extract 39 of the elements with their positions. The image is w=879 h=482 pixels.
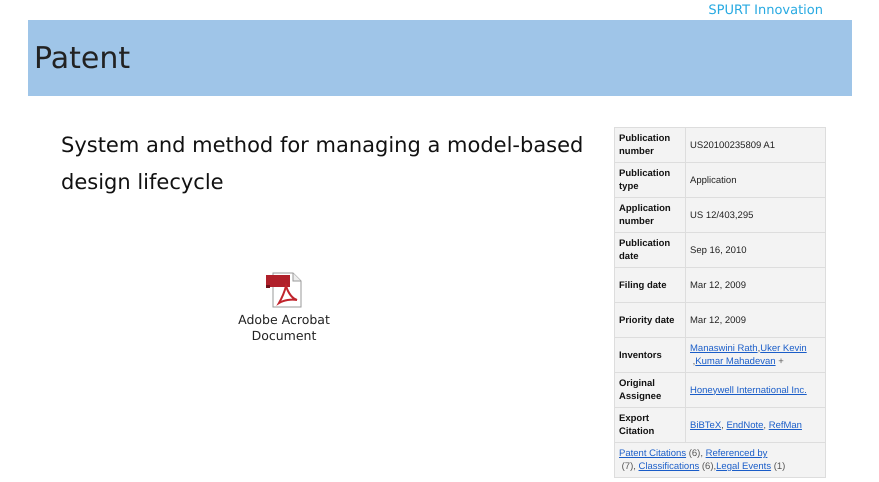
link[interactable]: Referenced by <box>706 448 768 459</box>
brand-name: SPURT Innovation <box>708 2 823 18</box>
table-cell: Publication date <box>614 232 686 268</box>
table-cell: US 12/403,295 <box>686 198 826 232</box>
link[interactable]: EndNote <box>726 420 764 430</box>
separator-text: + <box>777 356 784 367</box>
table-cell: Inventors <box>614 338 686 372</box>
link[interactable]: RefMan <box>768 420 802 430</box>
table-cell: Mar 12, 2009 <box>686 302 826 338</box>
table-cell: Application number <box>614 198 686 232</box>
link[interactable]: Manaswini Rath <box>690 343 758 354</box>
link[interactable]: Kumar Mahadevan <box>695 356 776 367</box>
separator-text: , <box>763 420 768 430</box>
count-text: (6), <box>688 448 704 459</box>
table-cell: Original Assignee <box>614 372 686 408</box>
table-cell: Mar 12, 2009 <box>686 268 826 302</box>
table-cell: Application <box>686 162 826 198</box>
attachment-label[interactable]: Adobe Acrobat Document <box>234 312 334 344</box>
pdf-file-icon[interactable] <box>265 272 303 308</box>
link[interactable]: Classifications <box>638 461 700 472</box>
link[interactable]: Uker Kevin <box>760 343 807 354</box>
separator-text: , <box>692 356 696 367</box>
link[interactable]: Patent Citations <box>619 448 686 459</box>
table-cell: Priority date <box>614 302 686 338</box>
table-cell: US20100235809 A1 <box>686 128 826 162</box>
separator-text: , <box>721 420 725 430</box>
table-cell: Sep 16, 2010 <box>686 232 826 268</box>
table-cell: Export Citation <box>614 408 686 442</box>
table-cell: Publication number <box>614 128 686 162</box>
count-text: (7), <box>620 461 637 472</box>
count-text: (1) <box>772 461 786 472</box>
patent-title: System and method for managing a model-based design lifecycle <box>61 132 584 196</box>
link[interactable]: Legal Events <box>716 461 772 472</box>
page-title: Patent <box>34 40 130 76</box>
table-cell: Publication type <box>614 162 686 198</box>
link[interactable]: BiBTeX <box>690 420 722 430</box>
count-text: (6), <box>700 461 716 472</box>
separator-text: , <box>758 343 760 354</box>
table-cell: Filing date <box>614 268 686 302</box>
